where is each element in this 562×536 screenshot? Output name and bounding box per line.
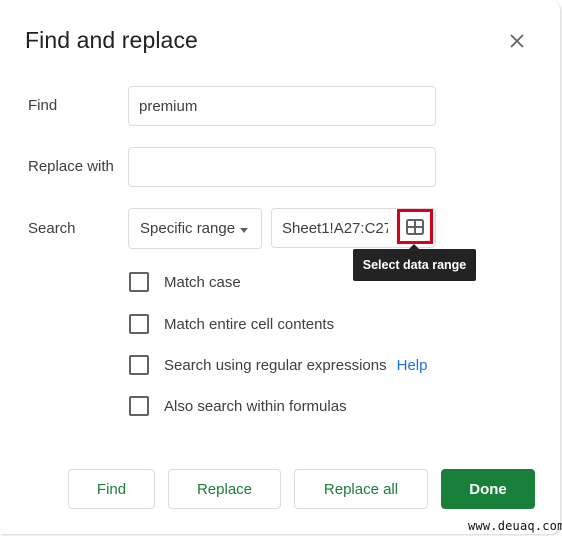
search-scope-dropdown[interactable]: Specific range [128, 208, 262, 249]
select-data-range-tooltip: Select data range [353, 249, 476, 281]
match-entire-cell-option[interactable]: Match entire cell contents [129, 314, 334, 334]
search-formulas-option[interactable]: Also search within formulas [129, 396, 347, 416]
match-entire-cell-label: Match entire cell contents [164, 315, 335, 333]
match-case-checkbox[interactable] [129, 272, 149, 292]
match-case-label: Match case [164, 273, 241, 291]
replace-all-button[interactable]: Replace all [294, 469, 428, 509]
grid-icon [406, 218, 424, 235]
find-button[interactable]: Find [68, 469, 155, 509]
regex-label: Search using regular expressions [164, 356, 387, 374]
match-entire-cell-checkbox[interactable] [129, 314, 149, 334]
select-data-range-button[interactable] [397, 209, 433, 244]
range-value: Sheet1!A27:C27 [282, 219, 388, 237]
find-label: Find [28, 97, 58, 114]
search-formulas-checkbox[interactable] [129, 396, 149, 416]
regex-help-link[interactable]: Help [397, 357, 428, 374]
search-scope-value: Specific range [140, 220, 236, 237]
regex-option[interactable]: Search using regular expressions Help [129, 355, 427, 375]
chevron-down-icon [240, 228, 248, 233]
find-replace-dialog: Find and replace Find Replace with Searc… [0, 0, 560, 534]
watermark: www.deuaq.com [468, 519, 562, 533]
replace-button[interactable]: Replace [168, 469, 281, 509]
done-button[interactable]: Done [441, 469, 535, 509]
close-button[interactable] [507, 31, 527, 51]
search-formulas-label: Also search within formulas [164, 397, 347, 415]
replace-input[interactable] [128, 147, 436, 187]
match-case-option[interactable]: Match case [129, 272, 241, 292]
regex-checkbox[interactable] [129, 355, 149, 375]
find-input[interactable] [128, 86, 436, 126]
dialog-title: Find and replace [25, 27, 198, 53]
close-icon [510, 34, 524, 48]
replace-label: Replace with [28, 158, 114, 175]
search-label: Search [28, 220, 76, 237]
